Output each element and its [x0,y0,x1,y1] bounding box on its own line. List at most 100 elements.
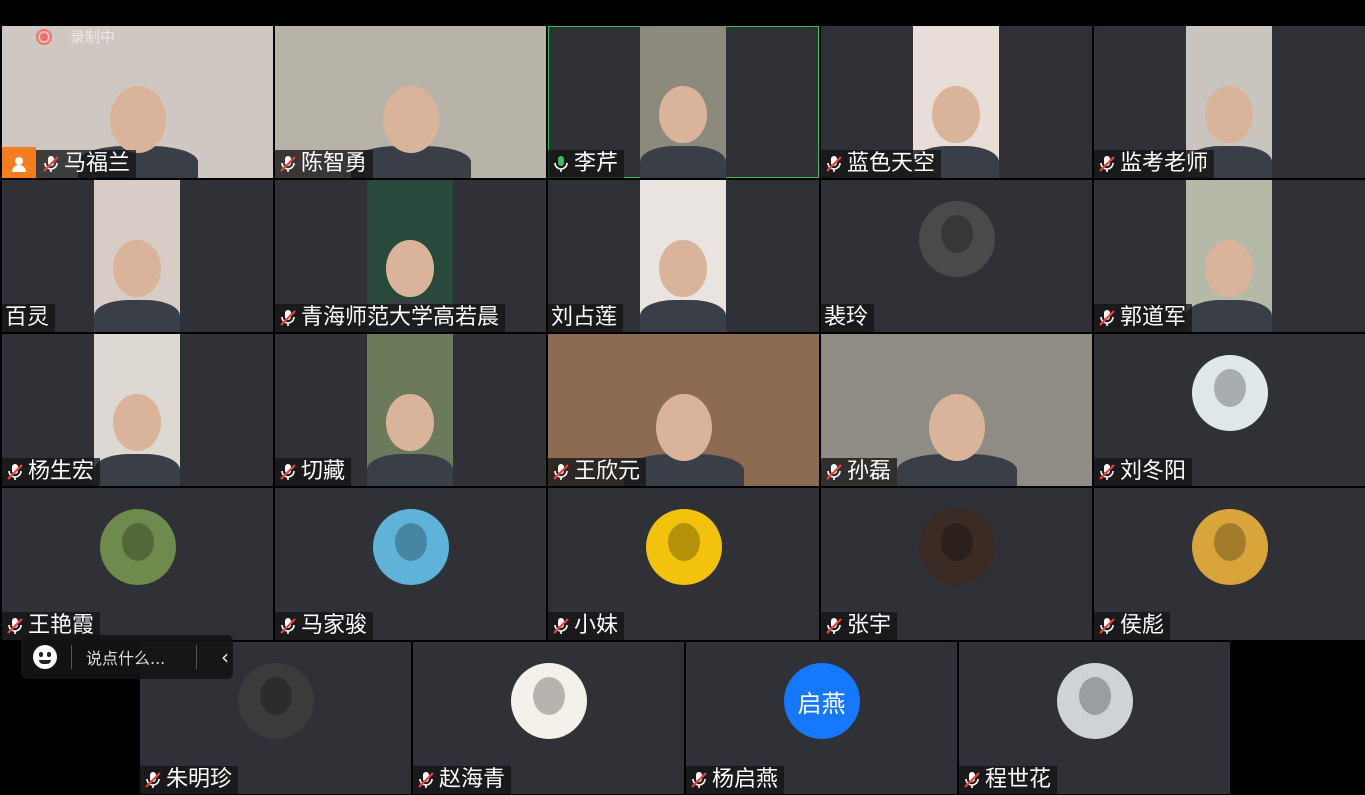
participant-avatar [918,201,995,277]
participant-nametag: 朱明珍 [140,766,239,794]
participant-nametag: 刘冬阳 [1094,458,1193,486]
participant-name: 马福兰 [64,151,131,176]
mic-muted-icon [5,616,28,636]
participant-name: 陈智勇 [301,151,368,176]
participant-tile[interactable]: 青海师范大学高若晨 [275,180,546,332]
participant-avatar [510,663,587,739]
participant-name: 青海师范大学高若晨 [301,305,500,330]
participant-tile[interactable]: 陈智勇 [275,26,546,178]
participant-nametag: 孙磊 [821,458,898,486]
participant-name: 程世花 [985,767,1052,792]
participant-tile[interactable]: 百灵 [2,180,273,332]
mic-muted-icon [1097,616,1120,636]
chat-input[interactable]: 说点什么... [86,645,182,669]
mic-muted-icon [1097,308,1120,328]
chat-divider [71,645,72,669]
participant-name: 赵海青 [439,767,506,792]
participant-nametag: 程世花 [959,766,1058,794]
participant-name: 张宇 [847,613,892,638]
participant-avatar: 启燕 [783,663,860,739]
participant-video [367,334,453,486]
participant-tile[interactable]: 王欣元 [548,334,819,486]
participant-nametag: 马福兰 [2,147,137,178]
mic-muted-icon [824,154,847,174]
participant-avatar [1191,509,1268,585]
participant-nametag: 侯彪 [1094,612,1171,640]
participant-avatar [645,509,722,585]
participant-tile[interactable]: 孙磊 [821,334,1092,486]
participant-name: 李芹 [574,151,619,176]
participant-avatar [99,509,176,585]
recording-dot-icon [36,28,52,45]
participant-tile[interactable]: 监考老师 [1094,26,1365,178]
chat-divider-2 [196,645,197,669]
participant-nametag: 赵海青 [413,766,512,794]
participant-video [94,334,180,486]
participant-nametag: 百灵 [2,304,56,332]
participant-nametag: 杨生宏 [2,458,101,486]
participant-nametag: 陈智勇 [275,150,374,178]
mic-muted-icon [278,154,301,174]
host-icon [2,147,36,178]
participant-tile[interactable]: 启燕杨启燕 [686,642,957,794]
participant-nametag: 李芹 [548,150,625,178]
mic-muted-icon [962,770,985,790]
participant-nametag: 马家骏 [275,612,374,640]
mic-muted-icon [551,616,574,636]
participant-tile[interactable]: 赵海青 [413,642,684,794]
participant-avatar [918,509,995,585]
participant-name: 小妹 [574,613,619,638]
participant-tile[interactable]: 郭道军 [1094,180,1365,332]
participant-tile[interactable]: 李芹 [548,26,819,178]
mic-muted-icon [278,462,301,482]
participant-tile[interactable]: 马家骏 [275,488,546,640]
participant-tile[interactable]: 程世花 [959,642,1230,794]
participant-tile[interactable]: 王艳霞 [2,488,273,640]
participant-tile[interactable]: 裴玲 [821,180,1092,332]
mic-muted-icon [1097,154,1120,174]
participant-tile[interactable]: 杨生宏 [2,334,273,486]
chevron-left-icon[interactable]: ‹ [221,645,229,669]
participant-tile[interactable]: 刘占莲 [548,180,819,332]
participant-nametag: 蓝色天空 [821,150,942,178]
participant-nametag: 监考老师 [1094,150,1215,178]
participant-tile[interactable]: 张宇 [821,488,1092,640]
participant-video [640,26,726,178]
mic-muted-icon [689,770,712,790]
mic-muted-icon [278,616,301,636]
participant-name: 切藏 [301,459,346,484]
participant-name: 刘冬阳 [1120,459,1187,484]
chat-bar[interactable]: 说点什么... ‹ [21,635,233,679]
participant-avatar [1056,663,1133,739]
participant-tile[interactable]: 侯彪 [1094,488,1365,640]
emoji-icon[interactable] [33,645,57,669]
mic-icon [551,154,574,174]
participant-video [1186,180,1272,332]
participant-tile[interactable]: 刘冬阳 [1094,334,1365,486]
participant-name: 百灵 [5,305,50,330]
participant-tile[interactable]: 切藏 [275,334,546,486]
participant-nametag: 张宇 [821,612,898,640]
participant-video [94,180,180,332]
recording-indicator: 录制中 [36,26,115,47]
participant-tile[interactable]: 小妹 [548,488,819,640]
participant-nametag: 杨启燕 [686,766,785,794]
participant-name: 刘占莲 [551,305,618,330]
recording-label: 录制中 [70,28,116,46]
mic-muted-icon [1097,462,1120,482]
mic-muted-icon [824,616,847,636]
participant-tile[interactable]: 蓝色天空 [821,26,1092,178]
participant-nametag: 切藏 [275,458,352,486]
participant-name: 郭道军 [1120,305,1187,330]
participant-nametag: 郭道军 [1094,304,1193,332]
participant-nametag: 刘占莲 [548,304,624,332]
participant-avatar [237,663,314,739]
participant-nametag: 小妹 [548,612,625,640]
participant-tile[interactable]: 马福兰 [2,26,273,178]
participant-nametag: 青海师范大学高若晨 [275,304,506,332]
participant-avatar [1191,355,1268,431]
mic-muted-icon [143,770,166,790]
top-bar [0,0,1365,26]
participant-name: 蓝色天空 [847,151,936,176]
participant-name: 裴玲 [824,305,869,330]
